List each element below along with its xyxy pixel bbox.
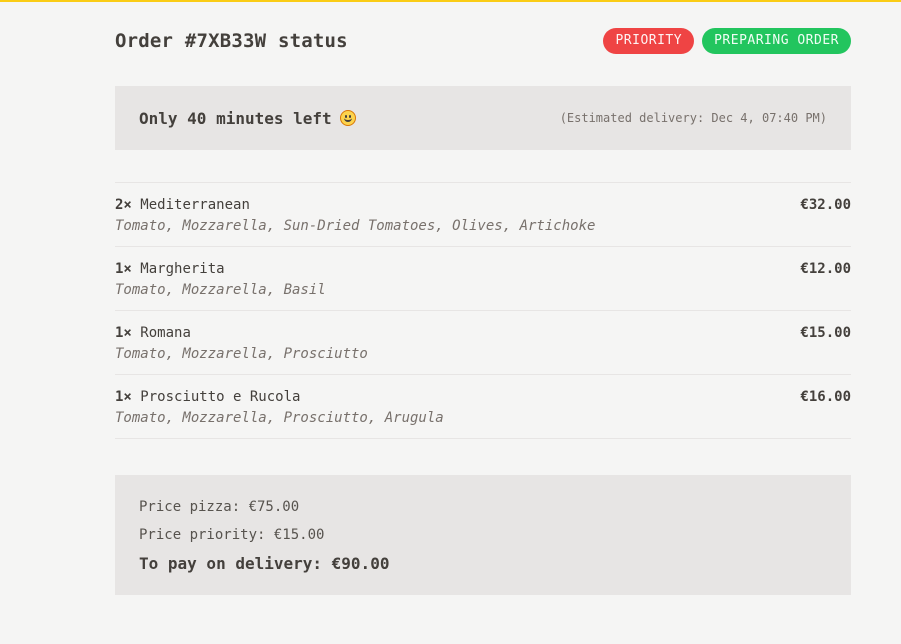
item-price: €16.00 xyxy=(800,389,851,405)
time-left: Only 40 minutes left xyxy=(139,109,356,128)
price-pizza: Price pizza: €75.00 xyxy=(139,499,300,515)
list-item: 1× Romana €15.00 Tomato, Mozzarella, Pro… xyxy=(115,311,851,375)
item-title: Margherita xyxy=(140,261,225,277)
item-name: 1× Prosciutto e Rucola xyxy=(115,389,300,405)
list-item: 2× Mediterranean €32.00 Tomato, Mozzarel… xyxy=(115,183,851,247)
delivery-time-panel: Only 40 minutes left (Estimated delivery… xyxy=(115,86,851,150)
estimated-delivery: (Estimated delivery: Dec 4, 07:40 PM) xyxy=(559,111,827,125)
list-item: 1× Prosciutto e Rucola €16.00 Tomato, Mo… xyxy=(115,375,851,439)
order-items-list: 2× Mediterranean €32.00 Tomato, Mozzarel… xyxy=(115,182,851,439)
status-badge: PREPARING ORDER xyxy=(702,28,851,54)
item-title: Romana xyxy=(140,325,191,341)
page-title: Order #7XB33W status xyxy=(115,30,348,52)
smiling-face-icon xyxy=(339,110,356,126)
item-price: €12.00 xyxy=(800,261,851,277)
item-title: Mediterranean xyxy=(140,197,250,213)
item-title: Prosciutto e Rucola xyxy=(140,389,301,405)
order-header: Order #7XB33W status PRIORITY PREPARING … xyxy=(115,26,851,56)
item-price: €32.00 xyxy=(800,197,851,213)
item-quantity: 2× xyxy=(115,197,132,213)
top-accent-bar xyxy=(0,0,901,2)
price-summary-panel: Price pizza: €75.00 Price priority: €15.… xyxy=(115,475,851,595)
item-ingredients: Tomato, Mozzarella, Basil xyxy=(115,282,326,298)
time-left-text: Only 40 minutes left xyxy=(139,108,332,128)
item-ingredients: Tomato, Mozzarella, Prosciutto xyxy=(115,346,368,362)
priority-badge: PRIORITY xyxy=(603,28,695,54)
item-price: €15.00 xyxy=(800,325,851,341)
item-name: 1× Romana xyxy=(115,325,191,341)
status-badges: PRIORITY PREPARING ORDER xyxy=(603,28,851,54)
list-item: 1× Margherita €12.00 Tomato, Mozzarella,… xyxy=(115,247,851,311)
item-quantity: 1× xyxy=(115,325,132,341)
item-ingredients: Tomato, Mozzarella, Sun-Dried Tomatoes, … xyxy=(115,218,596,234)
item-ingredients: Tomato, Mozzarella, Prosciutto, Arugula xyxy=(115,410,444,426)
item-name: 2× Mediterranean xyxy=(115,197,250,213)
total-to-pay: To pay on delivery: €90.00 xyxy=(139,554,390,573)
item-quantity: 1× xyxy=(115,261,132,277)
item-name: 1× Margherita xyxy=(115,261,225,277)
price-priority: Price priority: €15.00 xyxy=(139,527,325,543)
item-quantity: 1× xyxy=(115,389,132,405)
